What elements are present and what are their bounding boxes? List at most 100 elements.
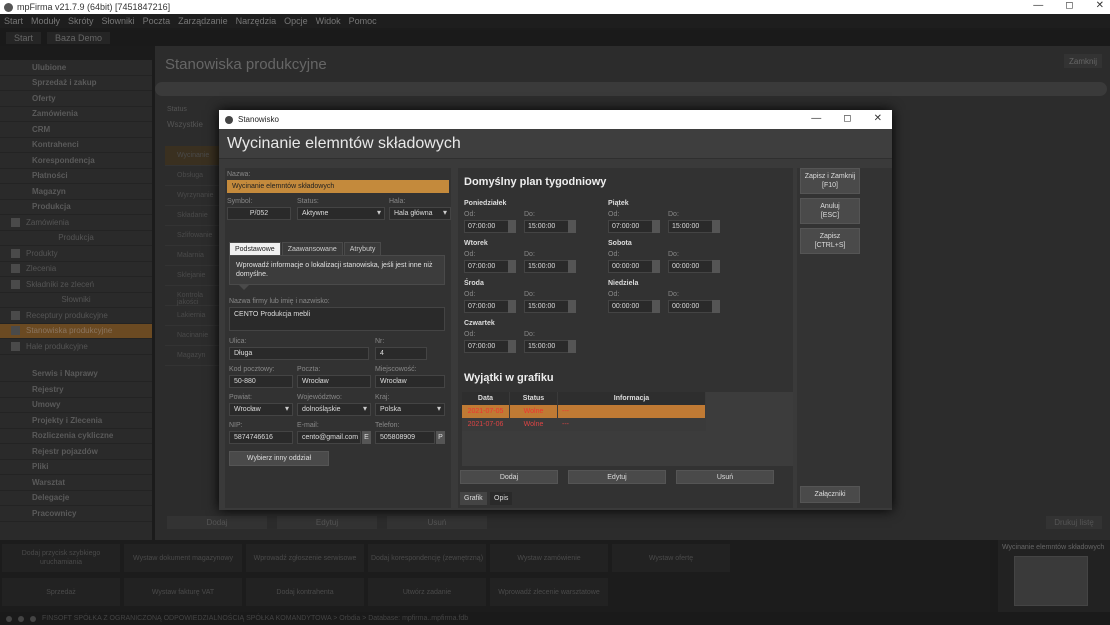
- symbol-field[interactable]: P/052: [227, 207, 291, 220]
- sidebar-item-workshop[interactable]: Warsztat: [0, 475, 152, 491]
- edit-button[interactable]: Edytuj: [277, 516, 377, 529]
- spinner-icon[interactable]: [568, 340, 576, 353]
- close-page-button[interactable]: Zamknij: [1064, 54, 1102, 68]
- quick-order[interactable]: Wystaw zamówienie: [490, 544, 608, 572]
- list-item[interactable]: Sklejanie: [165, 266, 225, 286]
- sidebar-item-recurring[interactable]: Rozliczenia cykliczne: [0, 429, 152, 444]
- sidebar-item-registers[interactable]: Rejestry: [0, 382, 152, 398]
- menu-help[interactable]: Pomoc: [349, 16, 377, 26]
- sidebar-sub-orders[interactable]: Zamówienia: [0, 215, 152, 231]
- list-item[interactable]: Kontrola jakości: [165, 286, 225, 306]
- menu-modules[interactable]: Moduły: [31, 16, 60, 26]
- spinner-icon[interactable]: [508, 340, 516, 353]
- tab-start[interactable]: Start: [6, 32, 42, 44]
- list-item[interactable]: Malarnia: [165, 246, 225, 266]
- email-button[interactable]: E: [362, 431, 371, 444]
- sidebar-item-sales[interactable]: Sprzedaż i zakup: [0, 76, 152, 91]
- col-info[interactable]: Informacja: [558, 392, 706, 405]
- phone-button[interactable]: P: [436, 431, 445, 444]
- postal-field[interactable]: 50-880: [229, 375, 293, 388]
- spinner-icon[interactable]: [712, 260, 720, 273]
- exception-delete-button[interactable]: Usuń: [676, 470, 774, 484]
- post-field[interactable]: Wrocław: [297, 375, 371, 388]
- sidebar-sub-products[interactable]: Produkty: [0, 246, 152, 262]
- spinner-icon[interactable]: [712, 300, 720, 313]
- menu-mail[interactable]: Poczta: [143, 16, 171, 26]
- close-icon[interactable]: ✕: [1096, 0, 1104, 11]
- status-select[interactable]: Aktywne: [297, 207, 385, 220]
- sidebar-item-vehicles[interactable]: Rejestr pojazdów: [0, 444, 152, 460]
- list-item[interactable]: Lakiernia: [165, 306, 225, 326]
- name-field[interactable]: Wycinanie elemntów składowych: [227, 180, 449, 193]
- tab-description[interactable]: Opis: [490, 492, 513, 505]
- quick-warehouse-doc[interactable]: Wystaw dokument magazynowy: [124, 544, 242, 572]
- tab-schedule[interactable]: Grafik: [460, 492, 487, 505]
- spinner-icon[interactable]: [508, 220, 516, 233]
- col-status[interactable]: Status: [510, 392, 558, 405]
- sidebar-sub-halls[interactable]: Hale produkcyjne: [0, 339, 152, 355]
- sidebar-item-service[interactable]: Serwis i Naprawy: [0, 367, 152, 382]
- sidebar-item-contracts[interactable]: Umowy: [0, 398, 152, 413]
- minimize-icon[interactable]: —: [811, 113, 821, 124]
- street-field[interactable]: Długa: [229, 347, 369, 360]
- spinner-icon[interactable]: [712, 220, 720, 233]
- nip-field[interactable]: 5874746616: [229, 431, 293, 444]
- sidebar-item-delegations[interactable]: Delegacje: [0, 491, 152, 506]
- sidebar-item-favorites[interactable]: Ulubione: [0, 60, 152, 76]
- spinner-icon[interactable]: [568, 220, 576, 233]
- menu-dictionaries[interactable]: Słowniki: [102, 16, 135, 26]
- choose-branch-button[interactable]: Wybierz inny oddział: [229, 451, 329, 466]
- print-list-button[interactable]: Drukuj listę: [1046, 516, 1102, 529]
- cancel-button[interactable]: Anuluj [ESC]: [800, 198, 860, 224]
- maximize-icon[interactable]: ◻: [1065, 0, 1073, 11]
- list-item[interactable]: Wycinanie: [165, 146, 225, 166]
- menu-start[interactable]: Start: [4, 16, 23, 26]
- delete-button[interactable]: Usuń: [387, 516, 487, 529]
- spinner-icon[interactable]: [652, 220, 660, 233]
- quick-workshop-order[interactable]: Wprowadź zlecenie warsztatowe: [490, 578, 608, 606]
- sidebar-item-files[interactable]: Pliki: [0, 460, 152, 475]
- spinner-icon[interactable]: [568, 300, 576, 313]
- hall-select[interactable]: Hala główna: [389, 207, 451, 220]
- company-field[interactable]: CENTO Produkcja mebli: [229, 307, 445, 331]
- sidebar-item-correspondence[interactable]: Korespondencja: [0, 153, 152, 169]
- quick-add-contractor[interactable]: Dodaj kontrahenta: [246, 578, 364, 606]
- list-item[interactable]: Składanie: [165, 206, 225, 226]
- status-filter-select[interactable]: Wszystkie: [167, 120, 203, 129]
- maximize-icon[interactable]: ◻: [843, 113, 851, 124]
- spinner-icon[interactable]: [568, 260, 576, 273]
- quick-create-task[interactable]: Utwórz zadanie: [368, 578, 486, 606]
- add-button[interactable]: Dodaj: [167, 516, 267, 529]
- table-row[interactable]: 2021-07-06 Wolne ---: [462, 418, 706, 431]
- nr-field[interactable]: 4: [375, 347, 427, 360]
- sidebar-item-payments[interactable]: Płatności: [0, 169, 152, 184]
- quick-add-shortcut[interactable]: Dodaj przycisk szybkiego uruchamiania: [2, 544, 120, 572]
- spinner-icon[interactable]: [652, 300, 660, 313]
- search-input[interactable]: [155, 82, 1107, 96]
- list-item[interactable]: Nacinanie: [165, 326, 225, 346]
- sidebar-item-crm[interactable]: CRM: [0, 122, 152, 138]
- list-item[interactable]: Magazyn: [165, 346, 225, 366]
- menu-view[interactable]: Widok: [316, 16, 341, 26]
- window-thumbnail[interactable]: Wycinanie elemntów składowych: [998, 540, 1110, 612]
- menu-management[interactable]: Zarządzanie: [178, 16, 228, 26]
- tab-demo-db[interactable]: Baza Demo: [47, 32, 111, 44]
- sidebar-sub-work-orders[interactable]: Zlecenia: [0, 262, 152, 277]
- exception-add-button[interactable]: Dodaj: [460, 470, 558, 484]
- phone-field[interactable]: 505808909: [375, 431, 435, 444]
- quick-sale[interactable]: Sprzedaż: [2, 578, 120, 606]
- spinner-icon[interactable]: [508, 260, 516, 273]
- sidebar-item-employees[interactable]: Pracownicy: [0, 506, 152, 522]
- close-icon[interactable]: ✕: [874, 113, 882, 124]
- voivodeship-select[interactable]: dolnośląskie: [297, 403, 371, 416]
- city-field[interactable]: Wrocław: [375, 375, 445, 388]
- save-button[interactable]: Zapisz [CTRL+S]: [800, 228, 860, 254]
- menu-tools[interactable]: Narzędzia: [236, 16, 277, 26]
- quick-service-request[interactable]: Wprowadź zgłoszenie serwisowe: [246, 544, 364, 572]
- menu-options[interactable]: Opcje: [284, 16, 308, 26]
- col-date[interactable]: Data: [462, 392, 510, 405]
- quick-vat-invoice[interactable]: Wystaw fakturę VAT: [124, 578, 242, 606]
- exception-edit-button[interactable]: Edytuj: [568, 470, 666, 484]
- county-select[interactable]: Wrocław: [229, 403, 293, 416]
- spinner-icon[interactable]: [652, 260, 660, 273]
